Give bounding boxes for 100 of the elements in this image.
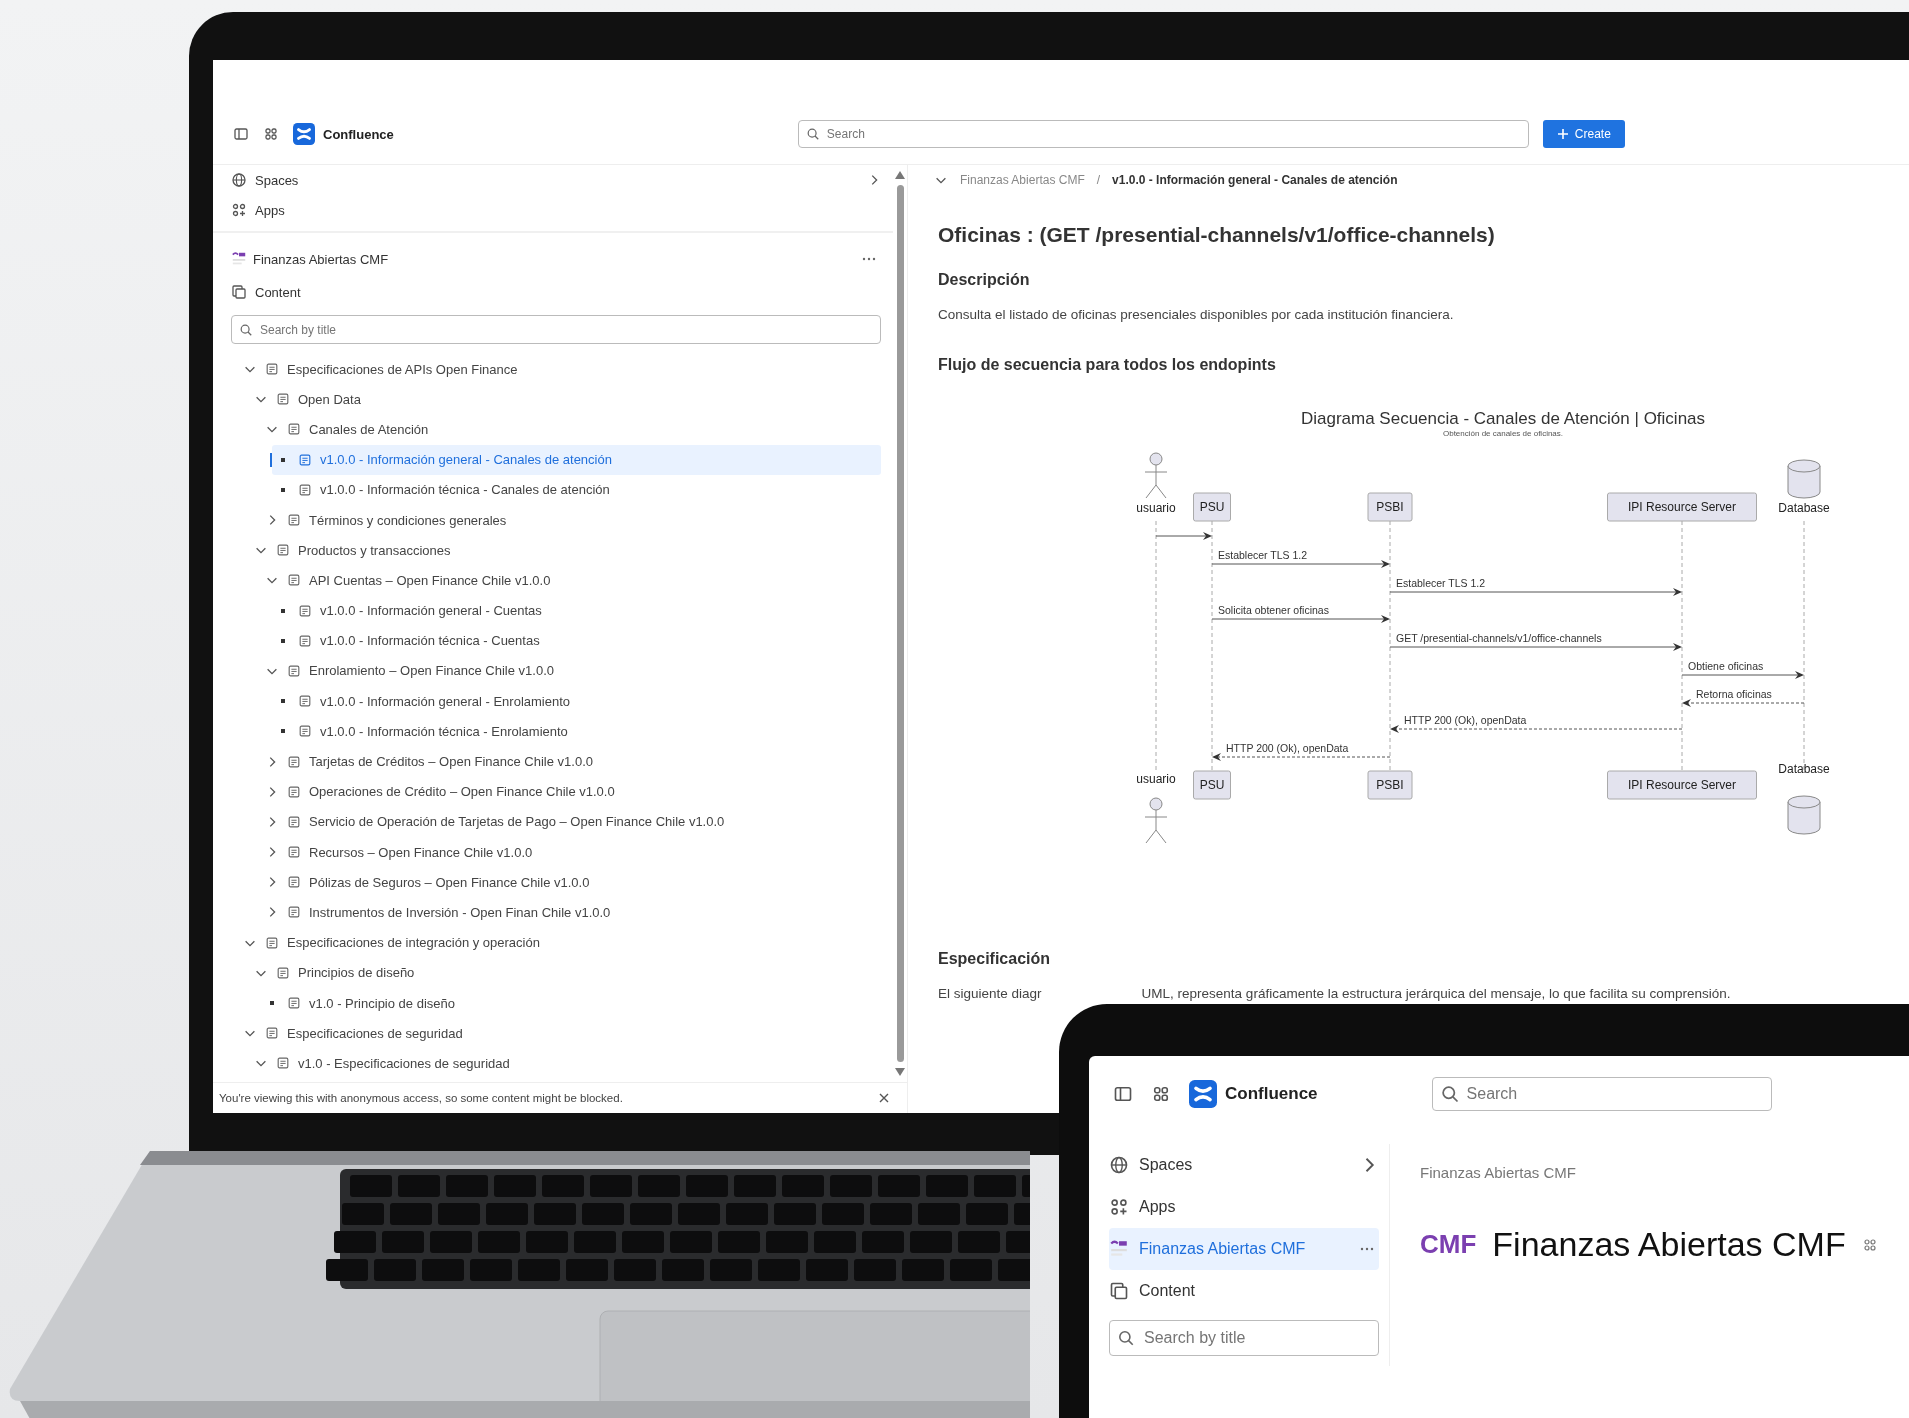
page-icon: [265, 1026, 279, 1041]
message-label: Retorna oficinas: [1696, 688, 1772, 700]
page-icon: [298, 694, 312, 709]
tree-item[interactable]: Open Data: [250, 384, 881, 415]
section-heading: Descripción: [938, 271, 1031, 289]
tree-item[interactable]: Enrolamiento – Open Finance Chile v1.0.0: [261, 655, 881, 687]
tree-item[interactable]: Recursos – Open Finance Chile v1.0.0: [261, 837, 881, 868]
more-icon[interactable]: [1359, 1247, 1375, 1251]
paragraph: Consulta el listado de oficinas presenciales disponibles por cada institución financiera.: [938, 307, 1455, 322]
tree-item[interactable]: Productos y transacciones: [250, 535, 881, 566]
space-item[interactable]: Finanzas Abiertas CMF: [1109, 1228, 1379, 1270]
page-icon: [287, 573, 301, 588]
tree-item[interactable]: v1.0.0 - Información general - Canales de atención: [272, 444, 881, 475]
tree-item[interactable]: Canales de Atención: [261, 414, 881, 445]
tree-item[interactable]: Especificaciones de APIs Open Finance: [239, 354, 881, 385]
content-label[interactable]: Content: [255, 284, 301, 300]
tree-item[interactable]: v1.0.0 - Información general - Enrolamiento: [272, 686, 881, 717]
tree-item[interactable]: Operaciones de Crédito – Open Finance Chile v1.0.0: [261, 776, 881, 807]
search-field[interactable]: Search by title: [1109, 1320, 1379, 1356]
page-icon: [287, 996, 301, 1011]
nav-item[interactable]: Apps: [255, 202, 285, 218]
banner-text: You're viewing this with anonymous access, so some content might be blocked.: [219, 1092, 623, 1104]
pages-icon: [231, 284, 247, 300]
diagram-title: Diagrama Secuencia - Canales de Atención | Oficinas: [1300, 409, 1706, 428]
product-name: Confluence: [323, 126, 394, 142]
apps-icon: [1109, 1197, 1129, 1217]
paragraph: UML, representa gráficamente la estructura jerárquica del mensaje, lo que facilita su comprensión.: [1141, 986, 1731, 1001]
breadcrumb-separator: /: [1096, 173, 1101, 187]
tree-item[interactable]: Instrumentos de Inversión - Open Finan Chile v1.0.0: [261, 897, 881, 928]
message-label: HTTP 200 (Ok), openData: [1226, 742, 1349, 754]
create-button[interactable]: Create: [1542, 120, 1625, 148]
tree-item[interactable]: Términos y condiciones generales: [261, 504, 881, 536]
apps-icon: [231, 202, 247, 218]
sidebar-toggle-icon[interactable]: [1113, 1084, 1133, 1104]
page-icon: [287, 754, 301, 769]
page-icon: [265, 935, 279, 950]
actor-icon: [1144, 797, 1168, 844]
participant-box: PSU: [1193, 492, 1231, 522]
search-field[interactable]: Search by title: [231, 315, 881, 344]
diagram-subtitle: Obtención de canales de oficinas.: [1442, 429, 1564, 438]
page-icon: [298, 482, 312, 497]
search-field[interactable]: Search: [1431, 1077, 1772, 1111]
app-switcher-icon[interactable]: [263, 126, 279, 142]
page-icon: [298, 452, 312, 467]
nav-item[interactable]: Spaces: [255, 172, 299, 188]
message-label: GET /presential-channels/v1/office-channels: [1396, 632, 1602, 644]
more-icon[interactable]: [861, 257, 877, 261]
tree-item[interactable]: v1.0 - Especificaciones de seguridad: [250, 1048, 881, 1079]
nav-item[interactable]: Spaces: [1139, 1156, 1193, 1174]
participant-label: usuario: [1136, 772, 1176, 786]
page-icon: [276, 1056, 290, 1071]
participant-box: PSU: [1193, 770, 1231, 800]
nav-item[interactable]: Apps: [1139, 1198, 1176, 1216]
participant-box: IPI Resource Server: [1607, 770, 1757, 800]
tree-item[interactable]: Principios de diseño: [250, 957, 881, 988]
tree-item[interactable]: v1.0.0 - Información técnica - Cuentas: [272, 625, 881, 656]
tree-item[interactable]: Tarjetas de Créditos – Open Finance Chile v1.0.0: [261, 746, 881, 777]
participant-label: Database: [1778, 762, 1830, 776]
tree-item[interactable]: Especificaciones de seguridad: [239, 1018, 881, 1049]
product-name: Confluence: [1225, 1084, 1318, 1104]
message-label: Obtiene oficinas: [1688, 660, 1764, 672]
space-logo-icon: [231, 251, 247, 267]
people-icon[interactable]: [1861, 1236, 1878, 1253]
section-heading: Especificación: [938, 950, 1052, 968]
plus-icon: [1556, 128, 1569, 140]
scroll-down-icon[interactable]: [895, 1068, 905, 1076]
breadcrumb-link[interactable]: Finanzas Abiertas CMF: [1420, 1164, 1909, 1181]
tree-item[interactable]: v1.0 - Principio de diseño: [261, 987, 881, 1019]
close-icon[interactable]: [879, 1093, 889, 1103]
participant-box: PSBI: [1367, 492, 1413, 522]
space-item[interactable]: Finanzas Abiertas CMF: [231, 241, 881, 277]
tree-item[interactable]: v1.0.0 - Información general - Cuentas: [272, 595, 881, 626]
scroll-up-icon[interactable]: [895, 171, 905, 179]
content-label[interactable]: Content: [1139, 1282, 1196, 1300]
pages-icon: [1109, 1281, 1129, 1301]
tree-item[interactable]: API Cuentas – Open Finance Chile v1.0.0: [261, 565, 881, 596]
page-icon: [298, 633, 312, 648]
sidebar-toggle-icon[interactable]: [233, 126, 249, 142]
participant-box: IPI Resource Server: [1607, 492, 1757, 522]
tree-item[interactable]: Especificaciones de integración y operación: [239, 927, 881, 958]
page-icon: [265, 362, 279, 377]
tree-item[interactable]: v1.0.0 - Información técnica - Canales de atención: [272, 474, 881, 505]
space-title: Finanzas Abiertas CMF: [1492, 1225, 1846, 1264]
confluence-logo-icon[interactable]: [1189, 1080, 1217, 1108]
breadcrumb-link[interactable]: v1.0.0 - Información general - Canales de atención: [1112, 173, 1398, 187]
confluence-logo-icon[interactable]: [293, 123, 315, 145]
tree-item[interactable]: Pólizas de Seguros – Open Finance Chile v1.0.0: [261, 867, 881, 898]
app-switcher-icon[interactable]: [1151, 1084, 1171, 1104]
tree-item[interactable]: v1.0.0 - Información técnica - Enrolamiento: [272, 716, 881, 747]
scrollbar-thumb[interactable]: [896, 185, 904, 1062]
page-icon: [287, 845, 301, 860]
tree-item[interactable]: Servicio de Operación de Tarjetas de Pago – Open Finance Chile v1.0.0: [261, 806, 881, 837]
space-logo-icon: [1109, 1239, 1129, 1259]
participant-box: PSBI: [1367, 770, 1413, 800]
space-logo: CMF: [1420, 1229, 1477, 1260]
page-icon: [276, 965, 290, 980]
message-label: Solicita obtener oficinas: [1218, 604, 1329, 616]
search-field[interactable]: Search: [797, 120, 1529, 148]
breadcrumb-link[interactable]: Finanzas Abiertas CMF: [960, 173, 1085, 187]
database-icon: [1787, 795, 1821, 835]
